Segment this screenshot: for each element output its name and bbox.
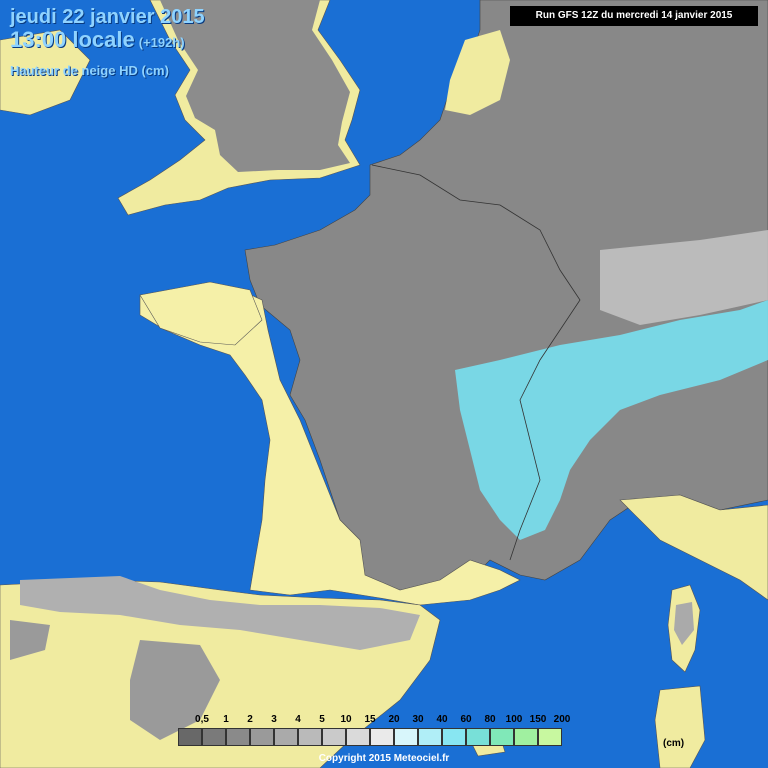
legend-label: 150	[529, 714, 547, 725]
legend-swatch	[346, 728, 370, 746]
legend-swatch	[250, 728, 274, 746]
legend-label: 10	[340, 714, 352, 725]
run-info: Run GFS 12Z du mercredi 14 janvier 2015	[510, 6, 758, 26]
legend-label: 60	[460, 714, 472, 725]
legend-bar	[178, 728, 598, 746]
legend-label: 30	[412, 714, 424, 725]
legend-label: 15	[364, 714, 376, 725]
legend-swatch	[466, 728, 490, 746]
legend-label: 0,5	[195, 714, 209, 725]
legend-swatch	[178, 728, 202, 746]
legend-swatch	[418, 728, 442, 746]
legend-label: 2	[247, 714, 253, 725]
legend-label: 80	[484, 714, 496, 725]
legend-swatch	[370, 728, 394, 746]
legend-swatch	[514, 728, 538, 746]
forecast-time: 13:00 locale (+192h)	[10, 27, 205, 53]
legend-swatch	[274, 728, 298, 746]
forecast-time-value: 13:00 locale	[10, 27, 135, 52]
legend-swatch	[490, 728, 514, 746]
legend-unit: (cm)	[663, 738, 685, 749]
legend-swatch	[298, 728, 322, 746]
legend-label: 4	[295, 714, 301, 725]
parameter-label: Hauteur de neige HD (cm)	[10, 63, 169, 78]
legend-swatch	[442, 728, 466, 746]
legend-labels: 0,5 1 2 3 4 5 10 15 20 30 40 60 80 100 150 200	[178, 714, 598, 726]
legend-label: 200	[553, 714, 571, 725]
legend-swatch	[322, 728, 346, 746]
legend-label: 3	[271, 714, 277, 725]
legend-label: 20	[388, 714, 400, 725]
legend-swatch	[226, 728, 250, 746]
legend-swatch	[202, 728, 226, 746]
legend-swatch	[394, 728, 418, 746]
legend: 0,5 1 2 3 4 5 10 15 20 30 40 60 80 100 150 200	[178, 714, 598, 746]
copyright: Copyright 2015 Meteociel.fr	[318, 753, 450, 764]
legend-label: 40	[436, 714, 448, 725]
snow-depth-map	[0, 0, 768, 768]
legend-label: 5	[319, 714, 325, 725]
title-block: jeudi 22 janvier 2015 13:00 locale (+192h…	[10, 6, 205, 78]
legend-label: 1	[223, 714, 229, 725]
legend-swatch	[538, 728, 562, 746]
forecast-date: jeudi 22 janvier 2015	[10, 6, 205, 28]
legend-label: 100	[505, 714, 523, 725]
forecast-lead: (+192h)	[138, 35, 185, 50]
